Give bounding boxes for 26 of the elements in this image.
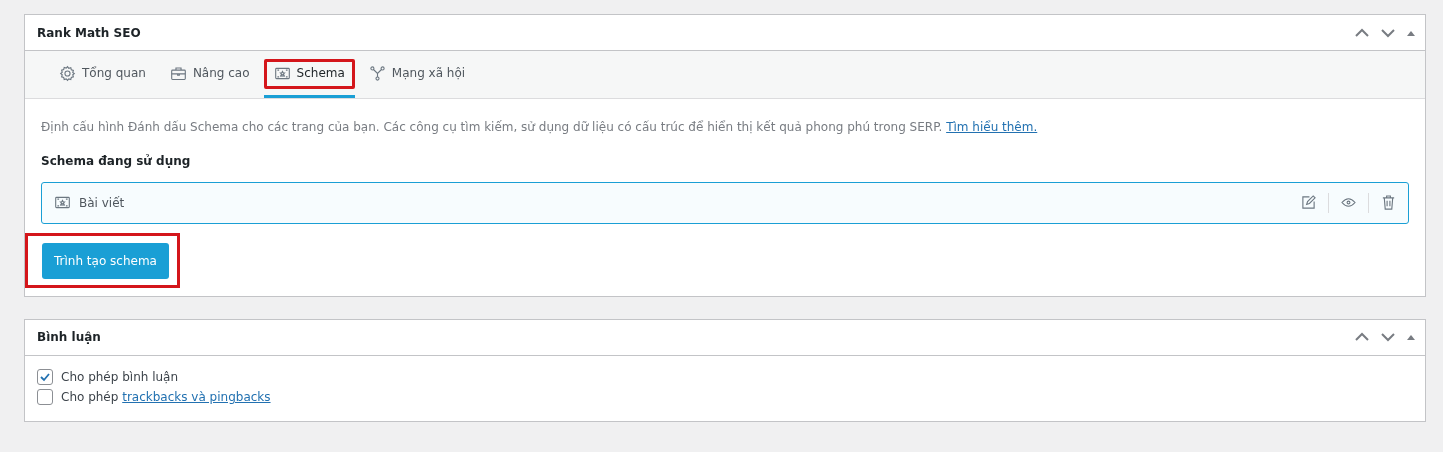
panel-title: Rank Math SEO [37, 25, 141, 40]
move-up-icon[interactable] [1355, 332, 1369, 343]
collapse-icon[interactable] [1407, 334, 1415, 341]
tab[interactable]: Tổng quan [49, 51, 156, 98]
move-up-icon[interactable] [1355, 27, 1369, 38]
section-title: Schema đang sử dụng [41, 153, 192, 168]
option-label: Cho phép trackbacks và pingbacks [61, 389, 271, 404]
checkbox[interactable] [37, 368, 53, 385]
option-label: Cho phép bình luận [61, 369, 179, 384]
tab[interactable]: Schema [263, 51, 355, 98]
collapse-icon[interactable] [1407, 29, 1415, 36]
panel-title: Bình luận [37, 330, 101, 345]
schema-label: Bài viết [79, 195, 126, 210]
checkbox[interactable] [37, 388, 53, 405]
tab[interactable]: Mạng xã hội [358, 51, 476, 98]
network-icon [368, 64, 386, 82]
move-down-icon[interactable] [1381, 27, 1395, 38]
move-down-icon[interactable] [1381, 332, 1395, 343]
trash-icon[interactable] [1381, 195, 1396, 211]
description: Định cấu hình Đánh dấu Schema cho các trang của bạn. Các công cụ tìm kiếm, sử dụng dữ liệu có cấu trúc để hiển thị kết quả phong phú trong SERP. Tìm hiểu thêm. [41, 119, 1039, 136]
tab[interactable]: Nâng cao [159, 51, 260, 98]
briefcase-icon [169, 64, 187, 82]
edit-icon[interactable] [1301, 195, 1316, 211]
learn-more-link[interactable]: Tìm hiểu thêm. [946, 120, 1038, 134]
gear-icon [59, 64, 76, 82]
option-link[interactable]: trackbacks và pingbacks [122, 389, 271, 404]
